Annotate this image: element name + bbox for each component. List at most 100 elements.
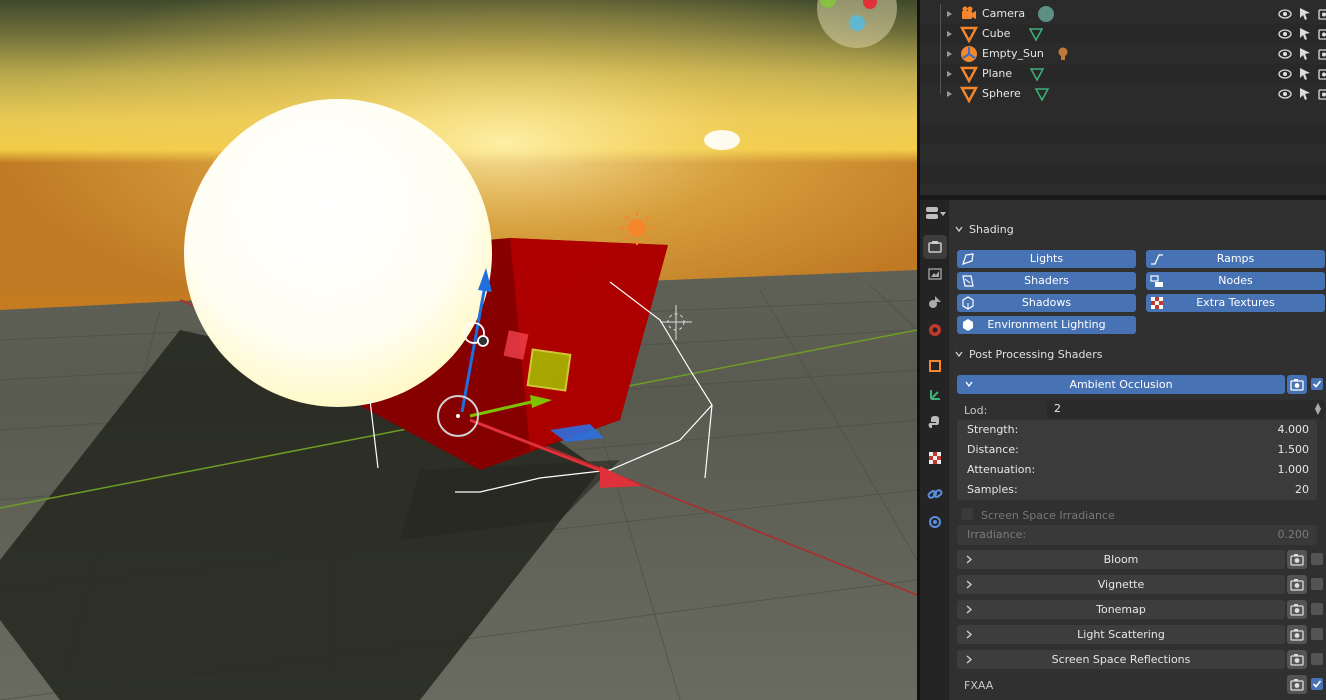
mesh-data-icon[interactable] (1029, 66, 1045, 82)
outliner-item-empty-sun[interactable]: Empty_Sun (920, 44, 1326, 64)
tab-output[interactable] (923, 262, 947, 286)
post-processing-panel-header[interactable]: Post Processing Shaders (955, 345, 1102, 363)
button-label: Ramps (1216, 252, 1255, 265)
environment-lighting-button[interactable]: Environment Lighting (957, 316, 1136, 334)
ssr-enable-checkbox[interactable] (1311, 653, 1323, 665)
shaders-button[interactable]: Shaders (957, 272, 1136, 290)
ao-render-toggle[interactable] (1287, 375, 1307, 394)
mesh-object-icon (960, 66, 978, 83)
expand-arrow-icon[interactable] (947, 11, 952, 17)
mesh-data-icon[interactable] (1034, 86, 1050, 102)
tab-data[interactable] (923, 510, 947, 534)
ssi-checkbox[interactable] (961, 508, 973, 520)
select-arrow-icon[interactable] (1299, 47, 1311, 61)
attenuation-field[interactable]: Attenuation: 1.000 (957, 460, 1317, 480)
distance-field[interactable]: Distance: 1.500 (957, 440, 1317, 460)
updown-arrows-icon: ▲ ▼ (1314, 401, 1321, 416)
ssr-header[interactable]: Screen Space Reflections (957, 650, 1285, 669)
tab-constraints[interactable] (923, 482, 947, 506)
bloom-enable-checkbox[interactable] (1311, 553, 1323, 565)
chevron-right-icon (966, 580, 973, 589)
tab-physics[interactable] (923, 383, 947, 407)
nodes-button[interactable]: Nodes (1146, 272, 1325, 290)
tab-object[interactable] (923, 354, 947, 378)
expand-arrow-icon[interactable] (947, 31, 952, 37)
samples-field[interactable]: Samples: 20 (957, 480, 1317, 500)
tonemap-enable-checkbox[interactable] (1311, 603, 1323, 615)
nodes-icon (1150, 275, 1163, 287)
ao-settings-group: Strength: 4.000 Distance: 1.500 Attenuat… (957, 420, 1317, 500)
chevron-down-icon (955, 351, 963, 358)
tree-line (940, 84, 941, 94)
expand-arrow-icon[interactable] (947, 71, 952, 77)
expand-arrow-icon[interactable] (947, 91, 952, 97)
tree-line (940, 4, 941, 24)
bloom-header[interactable]: Bloom (957, 550, 1285, 569)
light-scattering-header[interactable]: Light Scattering (957, 625, 1285, 644)
strength-field[interactable]: Strength: 4.000 (957, 420, 1317, 440)
irradiance-field[interactable]: Irradiance: 0.200 (957, 525, 1317, 545)
ssr-render-toggle[interactable] (1287, 650, 1307, 669)
ao-enable-checkbox[interactable] (1311, 378, 1323, 390)
render-camera-icon[interactable] (1318, 87, 1326, 101)
select-arrow-icon[interactable] (1299, 87, 1311, 101)
output-icon (928, 268, 942, 280)
mesh-data-icon[interactable] (1028, 26, 1044, 42)
select-arrow-icon[interactable] (1299, 7, 1311, 21)
properties-editor[interactable]: Shading Lights Ramps Shaders Nodes Shado… (920, 200, 1326, 700)
render-camera-icon[interactable] (1318, 67, 1326, 81)
eye-icon[interactable] (1278, 28, 1292, 40)
tab-script[interactable] (923, 410, 947, 434)
lod-label: Lod: (964, 404, 988, 417)
bloom-render-toggle[interactable] (1287, 550, 1307, 569)
render-camera-icon[interactable] (1318, 47, 1326, 61)
tab-view-layer[interactable] (923, 290, 947, 314)
outliner-stripe (920, 184, 1326, 195)
camera-data-icon[interactable] (1038, 6, 1054, 22)
render-camera-icon[interactable] (1318, 7, 1326, 21)
outliner-item-cube[interactable]: Cube (920, 24, 1326, 44)
vignette-header[interactable]: Vignette (957, 575, 1285, 594)
fxaa-render-toggle[interactable] (1287, 675, 1307, 694)
python-icon (928, 416, 939, 428)
tab-texture[interactable] (923, 446, 947, 470)
tonemap-render-toggle[interactable] (1287, 600, 1307, 619)
shading-panel-header[interactable]: Shading (955, 220, 1014, 238)
eye-icon[interactable] (1278, 48, 1292, 60)
select-arrow-icon[interactable] (1299, 67, 1311, 81)
scene-icon (929, 324, 941, 336)
lights-button[interactable]: Lights (957, 250, 1136, 268)
lod-dropdown[interactable]: 2 ▲ ▼ (1047, 400, 1325, 418)
chevron-down-icon (965, 381, 973, 388)
properties-tab-bar (920, 200, 949, 700)
light-data-icon[interactable] (1055, 46, 1071, 62)
outliner-item-plane[interactable]: Plane (920, 64, 1326, 84)
3d-viewport[interactable] (0, 0, 917, 700)
field-label: Irradiance: (967, 528, 1027, 541)
tab-scene[interactable] (923, 318, 947, 342)
eye-icon[interactable] (1278, 68, 1292, 80)
tab-render[interactable] (923, 235, 947, 259)
extra-textures-button[interactable]: Extra Textures (1146, 294, 1325, 312)
outliner[interactable]: Camera Cube Empty_Sun Plane Sphere (920, 0, 1326, 195)
camera-icon (1290, 579, 1304, 591)
ambient-occlusion-header[interactable]: Ambient Occlusion (957, 375, 1285, 394)
light-scattering-render-toggle[interactable] (1287, 625, 1307, 644)
eye-icon[interactable] (1278, 8, 1292, 20)
ramps-button[interactable]: Ramps (1146, 250, 1325, 268)
select-arrow-icon[interactable] (1299, 27, 1311, 41)
shadows-button[interactable]: Shadows (957, 294, 1136, 312)
eye-icon[interactable] (1278, 88, 1292, 100)
camera-icon (1290, 679, 1304, 691)
light-scattering-enable-checkbox[interactable] (1311, 628, 1323, 640)
lod-value: 2 (1054, 402, 1061, 415)
outliner-item-camera[interactable]: Camera (920, 4, 1326, 24)
vignette-enable-checkbox[interactable] (1311, 578, 1323, 590)
expand-arrow-icon[interactable] (947, 51, 952, 57)
editor-type-icon[interactable] (925, 205, 947, 221)
vignette-render-toggle[interactable] (1287, 575, 1307, 594)
fxaa-enable-checkbox[interactable] (1311, 678, 1323, 690)
render-camera-icon[interactable] (1318, 27, 1326, 41)
outliner-item-sphere[interactable]: Sphere (920, 84, 1326, 104)
tonemap-header[interactable]: Tonemap (957, 600, 1285, 619)
